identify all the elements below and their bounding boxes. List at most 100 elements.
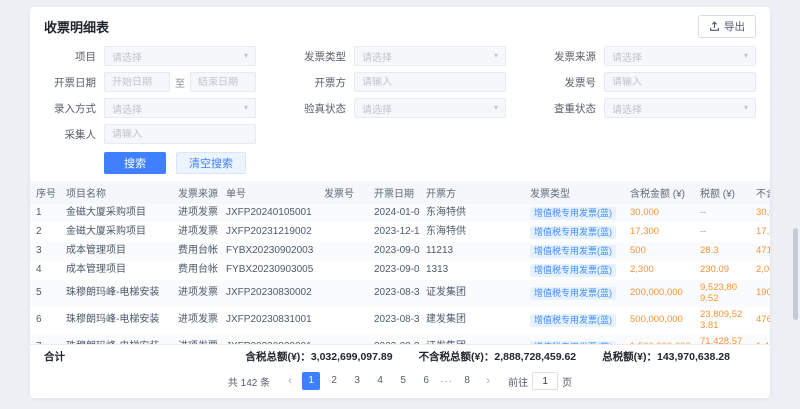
invoice-table: 序号 项目名称 发票来源 单号 发票号 开票日期 开票方 发票类型 含税金额 (… [30, 181, 770, 344]
collector-field[interactable] [112, 129, 248, 140]
table-row: 5 珠穆朗玛峰-电梯安装 进项发票 JXFP20230830002 2023-0… [30, 280, 770, 307]
export-button[interactable]: 导出 [698, 15, 756, 38]
start-date-field[interactable] [112, 77, 162, 88]
filter-invoice-source: 发票来源 请选择 ▾ [544, 46, 756, 66]
project-select[interactable]: 请选择 ▾ [104, 46, 256, 66]
cell-net: 476,190,476.19 [750, 307, 770, 334]
cell-invoice-no [318, 334, 368, 344]
invoice-date-range: 至 [104, 72, 256, 92]
cell-date: 2023-09-04 [368, 261, 420, 280]
cell-issuer: 1313 [420, 261, 524, 280]
collector-input[interactable] [104, 124, 256, 144]
cell-source: 进项发票 [172, 204, 220, 223]
cell-amount: 1,500,000,000 [624, 334, 694, 344]
cell-tax: -- [694, 223, 750, 242]
export-icon [709, 21, 720, 32]
verify-status-select[interactable]: 请选择 ▾ [354, 98, 506, 118]
start-date-input[interactable] [104, 72, 170, 92]
cell-amount: 200,000,000 [624, 280, 694, 307]
cell-date: 2023-08-30 [368, 334, 420, 344]
summary-label: 合计 [44, 349, 65, 364]
filter-collector: 采集人 [44, 124, 256, 144]
cell-invoice-no [318, 280, 368, 307]
cell-tax: 230.09 [694, 261, 750, 280]
cell-date: 2023-12-19 [368, 223, 420, 242]
col-invoice-no: 发票号 [318, 181, 368, 204]
end-date-field[interactable] [198, 77, 248, 88]
cell-issuer: 证发集团 [420, 334, 524, 344]
invoice-no-input[interactable] [604, 72, 756, 92]
issuer-field[interactable] [362, 77, 498, 88]
table-header-row: 序号 项目名称 发票来源 单号 发票号 开票日期 开票方 发票类型 含税金额 (… [30, 181, 770, 204]
issuer-input[interactable] [354, 72, 506, 92]
pagination: 共 142 条 ‹ 1 2 3 4 5 6 ··· 8 › 前往 页 [30, 368, 770, 398]
cell-project: 珠穆朗玛峰-电梯安装 [60, 307, 172, 334]
next-page-button[interactable]: › [481, 372, 495, 390]
cell-amount: 500,000,000 [624, 307, 694, 334]
col-project: 项目名称 [60, 181, 172, 204]
cell-tax: 9,523,809.52 [694, 280, 750, 307]
cell-amount: 17,300 [624, 223, 694, 242]
cell-issuer: 建发集团 [420, 307, 524, 334]
date-range-separator: 至 [175, 75, 185, 90]
page-button-1[interactable]: 1 [302, 372, 320, 390]
invoice-no-field[interactable] [612, 77, 748, 88]
cell-source: 进项发票 [172, 223, 220, 242]
cell-issuer: 东海特供 [420, 204, 524, 223]
table-row: 6 珠穆朗玛峰-电梯安装 进项发票 JXFP20230831001 2023-0… [30, 307, 770, 334]
table-row: 3 成本管理项目 费用台帐 FYBX20230902003 2023-09-04… [30, 242, 770, 261]
page-button-3[interactable]: 3 [348, 372, 366, 390]
prev-page-button[interactable]: ‹ [283, 372, 297, 390]
filter-invoice-date: 开票日期 至 [44, 72, 256, 92]
page-button-4[interactable]: 4 [371, 372, 389, 390]
cell-issuer: 11213 [420, 242, 524, 261]
invoice-source-select[interactable]: 请选择 ▾ [604, 46, 756, 66]
cell-tax: 71,428,571.43 [694, 334, 750, 344]
invoice-type-tag: 增值税专用发票(蓝) [530, 314, 616, 327]
col-date: 开票日期 [368, 181, 420, 204]
vertical-scrollbar[interactable] [793, 228, 798, 320]
invoice-type-tag: 增值税专用发票(蓝) [530, 287, 616, 300]
chevron-down-icon: ▾ [494, 52, 498, 60]
filter-panel: 项目 请选择 ▾ 发票类型 请选择 ▾ 发票来源 请选择 ▾ 开票日期 [30, 44, 770, 144]
filter-invoice-no: 发票号 [544, 72, 756, 92]
entry-method-select[interactable]: 请选择 ▾ [104, 98, 256, 118]
more-pages-icon[interactable]: ··· [440, 376, 453, 387]
page-button-last[interactable]: 8 [458, 372, 476, 390]
col-net: 不含税金额 (¥) [750, 181, 770, 204]
cell-type: 增值税专用发票(蓝) [524, 242, 624, 261]
col-tax: 税额 (¥) [694, 181, 750, 204]
cell-amount: 500 [624, 242, 694, 261]
page-button-2[interactable]: 2 [325, 372, 343, 390]
filter-collector-label: 采集人 [44, 127, 96, 142]
excl-tax-total: 不含税总额(¥)：2,888,728,459.62 [419, 349, 577, 364]
chevron-down-icon: ▾ [244, 104, 248, 112]
filter-invoice-no-label: 发票号 [544, 75, 596, 90]
cell-invoice-no [318, 261, 368, 280]
end-date-input[interactable] [190, 72, 256, 92]
invoice-type-tag: 增值税专用发票(蓝) [530, 245, 616, 258]
filter-actions: 搜索 清空搜索 [30, 144, 770, 181]
filter-invoice-date-label: 开票日期 [44, 75, 96, 90]
duplicate-status-select[interactable]: 请选择 ▾ [604, 98, 756, 118]
cell-no: 1 [30, 204, 60, 223]
summary-totals: 含税总额(¥)：3,032,699,097.89 不含税总额(¥)：2,888,… [245, 349, 730, 364]
page-button-6[interactable]: 6 [417, 372, 435, 390]
invoice-type-select[interactable]: 请选择 ▾ [354, 46, 506, 66]
cell-no: 2 [30, 223, 60, 242]
clear-search-button[interactable]: 清空搜索 [176, 152, 246, 174]
search-button[interactable]: 搜索 [104, 152, 166, 174]
main-card: 收票明细表 导出 项目 请选择 ▾ 发票类型 请选择 ▾ [30, 7, 770, 398]
filter-project: 项目 请选择 ▾ [44, 46, 256, 66]
goto-page-input[interactable] [532, 372, 558, 390]
filter-entry-method: 录入方式 请选择 ▾ [44, 98, 256, 118]
cell-source: 进项发票 [172, 280, 220, 307]
export-label: 导出 [724, 19, 745, 34]
cell-type: 增值税专用发票(蓝) [524, 307, 624, 334]
cell-date: 2024-01-05 [368, 204, 420, 223]
invoice-type-tag: 增值税专用发票(蓝) [530, 207, 616, 220]
col-no: 序号 [30, 181, 60, 204]
page-button-5[interactable]: 5 [394, 372, 412, 390]
cell-amount: 30,000 [624, 204, 694, 223]
filter-duplicate-status: 查重状态 请选择 ▾ [544, 98, 756, 118]
